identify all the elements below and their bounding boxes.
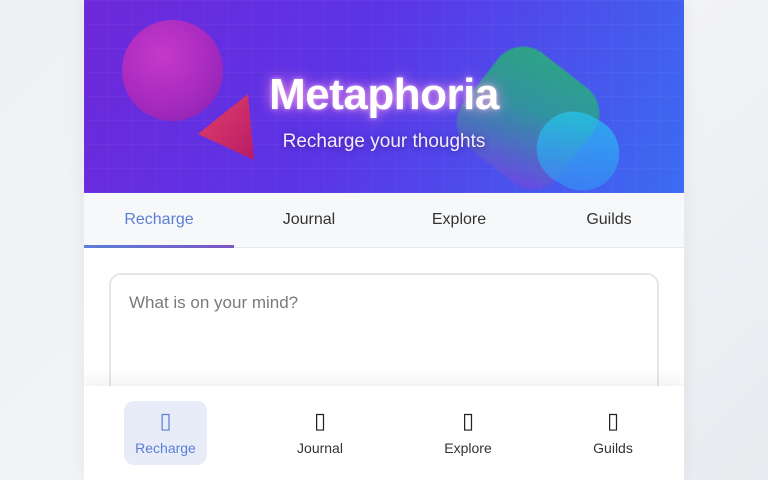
app-subtitle: Recharge your thoughts xyxy=(282,131,486,152)
guilds-icon: ▯ xyxy=(606,409,620,434)
top-tab-bar: Recharge Journal Explore Guilds xyxy=(84,193,684,248)
journal-icon: ▯ xyxy=(313,409,327,434)
bottom-nav-guilds[interactable]: ▯ Guilds xyxy=(573,401,653,465)
tab-guilds[interactable]: Guilds xyxy=(534,193,684,247)
bottom-nav-label: Guilds xyxy=(593,440,633,456)
bottom-nav-journal[interactable]: ▯ Journal xyxy=(280,401,360,465)
tab-journal[interactable]: Journal xyxy=(234,193,384,247)
app-container: Metaphoria Recharge your thoughts Rechar… xyxy=(84,0,684,480)
tab-recharge[interactable]: Recharge xyxy=(84,193,234,248)
explore-icon: ▯ xyxy=(461,409,475,434)
bottom-nav-label: Recharge xyxy=(135,440,196,456)
bottom-nav-explore[interactable]: ▯ Explore xyxy=(428,401,508,465)
bottom-nav-label: Journal xyxy=(297,440,343,456)
tab-explore[interactable]: Explore xyxy=(384,193,534,247)
bottom-nav-label: Explore xyxy=(444,440,492,456)
bottom-nav-recharge[interactable]: ▯ Recharge xyxy=(124,401,207,465)
hero-banner: Metaphoria Recharge your thoughts xyxy=(84,0,684,193)
bottom-nav: ▯ Recharge ▯ Journal ▯ Explore ▯ Guilds xyxy=(84,386,684,480)
recharge-icon: ▯ xyxy=(159,409,172,434)
app-title: Metaphoria xyxy=(269,70,499,119)
